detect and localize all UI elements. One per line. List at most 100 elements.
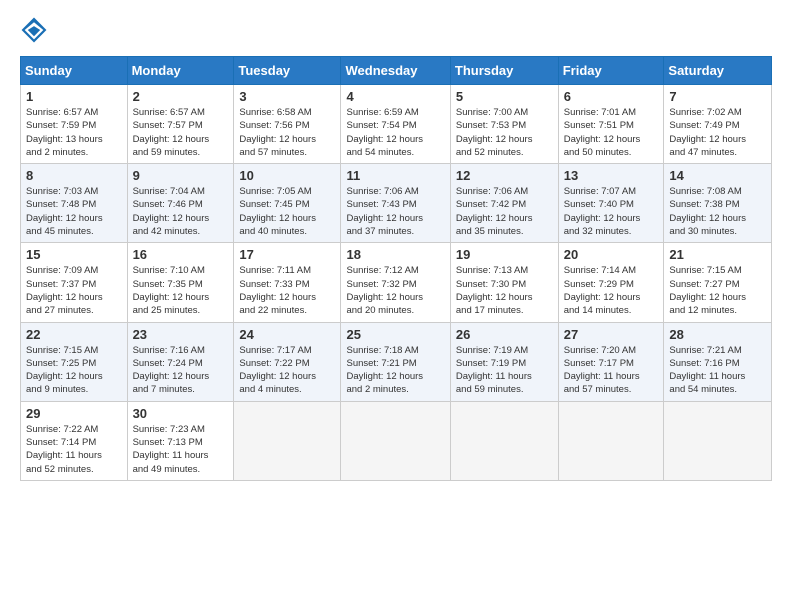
col-saturday: Saturday [664,57,772,85]
day-number: 26 [456,327,553,342]
day-info: Sunrise: 6:57 AMSunset: 7:59 PMDaylight:… [26,107,103,158]
col-monday: Monday [127,57,234,85]
table-row: 5Sunrise: 7:00 AMSunset: 7:53 PMDaylight… [450,85,558,164]
table-row: 1 Sunrise: 6:57 AMSunset: 7:59 PMDaylight… [21,85,128,164]
col-tuesday: Tuesday [234,57,341,85]
day-info: Sunrise: 7:07 AMSunset: 7:40 PMDaylight:… [564,186,641,237]
day-info: Sunrise: 7:15 AMSunset: 7:27 PMDaylight:… [669,265,746,316]
table-row: 28Sunrise: 7:21 AMSunset: 7:16 PMDayligh… [664,322,772,401]
col-thursday: Thursday [450,57,558,85]
day-number: 20 [564,247,659,262]
table-row: 12 Sunrise: 7:06 AMSunset: 7:42 PMDayligh… [450,164,558,243]
calendar-row: 1 Sunrise: 6:57 AMSunset: 7:59 PMDaylight… [21,85,772,164]
day-info: Sunrise: 7:18 AMSunset: 7:21 PMDaylight:… [346,345,423,396]
day-number: 17 [239,247,335,262]
day-number: 7 [669,89,766,104]
table-row: 16 Sunrise: 7:10 AMSunset: 7:35 PMDayligh… [127,243,234,322]
table-row: 21 Sunrise: 7:15 AMSunset: 7:27 PMDayligh… [664,243,772,322]
table-row: 24 Sunrise: 7:17 AMSunset: 7:22 PMDayligh… [234,322,341,401]
day-number: 18 [346,247,444,262]
day-number: 11 [346,168,444,183]
table-row: 17 Sunrise: 7:11 AMSunset: 7:33 PMDayligh… [234,243,341,322]
day-number: 5 [456,89,553,104]
day-number: 9 [133,168,229,183]
day-info: Sunrise: 7:20 AMSunset: 7:17 PMDaylight:… [564,345,640,396]
table-row: 2 Sunrise: 6:57 AMSunset: 7:57 PMDaylight… [127,85,234,164]
table-row: 25 Sunrise: 7:18 AMSunset: 7:21 PMDayligh… [341,322,450,401]
day-number: 10 [239,168,335,183]
day-info: Sunrise: 7:02 AMSunset: 7:49 PMDaylight:… [669,107,746,158]
day-number: 21 [669,247,766,262]
day-number: 16 [133,247,229,262]
day-info: Sunrise: 6:57 AMSunset: 7:57 PMDaylight:… [133,107,210,158]
day-info: Sunrise: 7:01 AMSunset: 7:51 PMDaylight:… [564,107,641,158]
table-row: 29 Sunrise: 7:22 AMSunset: 7:14 PMDayligh… [21,401,128,480]
day-number: 3 [239,89,335,104]
header [20,16,772,44]
day-number: 29 [26,406,122,421]
day-number: 24 [239,327,335,342]
table-row: 10Sunrise: 7:05 AMSunset: 7:45 PMDayligh… [234,164,341,243]
day-number: 12 [456,168,553,183]
day-info: Sunrise: 7:06 AMSunset: 7:43 PMDaylight:… [346,186,423,237]
day-info: Sunrise: 7:04 AMSunset: 7:46 PMDaylight:… [133,186,210,237]
day-info: Sunrise: 7:09 AMSunset: 7:37 PMDaylight:… [26,265,103,316]
table-row: 23 Sunrise: 7:16 AMSunset: 7:24 PMDayligh… [127,322,234,401]
calendar-row: 22Sunrise: 7:15 AMSunset: 7:25 PMDayligh… [21,322,772,401]
day-number: 15 [26,247,122,262]
day-info: Sunrise: 7:06 AMSunset: 7:42 PMDaylight:… [456,186,533,237]
day-info: Sunrise: 7:08 AMSunset: 7:38 PMDaylight:… [669,186,746,237]
day-info: Sunrise: 7:19 AMSunset: 7:19 PMDaylight:… [456,345,532,396]
day-number: 22 [26,327,122,342]
table-row: 26 Sunrise: 7:19 AMSunset: 7:19 PMDayligh… [450,322,558,401]
table-row: 3 Sunrise: 6:58 AMSunset: 7:56 PMDaylight… [234,85,341,164]
day-number: 25 [346,327,444,342]
day-info: Sunrise: 7:13 AMSunset: 7:30 PMDaylight:… [456,265,533,316]
table-row: 9 Sunrise: 7:04 AMSunset: 7:46 PMDaylight… [127,164,234,243]
calendar-row: 8Sunrise: 7:03 AMSunset: 7:48 PMDaylight… [21,164,772,243]
day-number: 4 [346,89,444,104]
calendar-header-row: Sunday Monday Tuesday Wednesday Thursday… [21,57,772,85]
empty-cell [341,401,450,480]
table-row: 4 Sunrise: 6:59 AMSunset: 7:54 PMDaylight… [341,85,450,164]
day-info: Sunrise: 7:11 AMSunset: 7:33 PMDaylight:… [239,265,316,316]
col-sunday: Sunday [21,57,128,85]
table-row: 15 Sunrise: 7:09 AMSunset: 7:37 PMDayligh… [21,243,128,322]
table-row: 27 Sunrise: 7:20 AMSunset: 7:17 PMDayligh… [558,322,664,401]
day-info: Sunrise: 7:17 AMSunset: 7:22 PMDaylight:… [239,345,316,396]
day-info: Sunrise: 6:58 AMSunset: 7:56 PMDaylight:… [239,107,316,158]
empty-cell [558,401,664,480]
calendar-row: 29 Sunrise: 7:22 AMSunset: 7:14 PMDayligh… [21,401,772,480]
day-number: 13 [564,168,659,183]
day-info: Sunrise: 7:22 AMSunset: 7:14 PMDaylight:… [26,424,102,475]
day-number: 27 [564,327,659,342]
day-number: 19 [456,247,553,262]
table-row: 11 Sunrise: 7:06 AMSunset: 7:43 PMDayligh… [341,164,450,243]
day-number: 1 [26,89,122,104]
day-info: Sunrise: 6:59 AMSunset: 7:54 PMDaylight:… [346,107,423,158]
table-row: 6 Sunrise: 7:01 AMSunset: 7:51 PMDaylight… [558,85,664,164]
table-row: 20 Sunrise: 7:14 AMSunset: 7:29 PMDayligh… [558,243,664,322]
day-info: Sunrise: 7:16 AMSunset: 7:24 PMDaylight:… [133,345,210,396]
table-row: 13 Sunrise: 7:07 AMSunset: 7:40 PMDayligh… [558,164,664,243]
day-number: 23 [133,327,229,342]
day-info: Sunrise: 7:12 AMSunset: 7:32 PMDaylight:… [346,265,423,316]
day-info: Sunrise: 7:14 AMSunset: 7:29 PMDaylight:… [564,265,641,316]
logo-icon [20,16,48,44]
col-friday: Friday [558,57,664,85]
col-wednesday: Wednesday [341,57,450,85]
day-number: 30 [133,406,229,421]
empty-cell [234,401,341,480]
calendar-row: 15 Sunrise: 7:09 AMSunset: 7:37 PMDayligh… [21,243,772,322]
day-number: 6 [564,89,659,104]
day-number: 2 [133,89,229,104]
day-info: Sunrise: 7:21 AMSunset: 7:16 PMDaylight:… [669,345,745,396]
page: Sunday Monday Tuesday Wednesday Thursday… [0,0,792,612]
table-row: 18 Sunrise: 7:12 AMSunset: 7:32 PMDayligh… [341,243,450,322]
day-info: Sunrise: 7:23 AMSunset: 7:13 PMDaylight:… [133,424,209,475]
table-row: 8Sunrise: 7:03 AMSunset: 7:48 PMDaylight… [21,164,128,243]
day-info: Sunrise: 7:10 AMSunset: 7:35 PMDaylight:… [133,265,210,316]
table-row: 7 Sunrise: 7:02 AMSunset: 7:49 PMDaylight… [664,85,772,164]
day-number: 8 [26,168,122,183]
table-row: 14Sunrise: 7:08 AMSunset: 7:38 PMDayligh… [664,164,772,243]
